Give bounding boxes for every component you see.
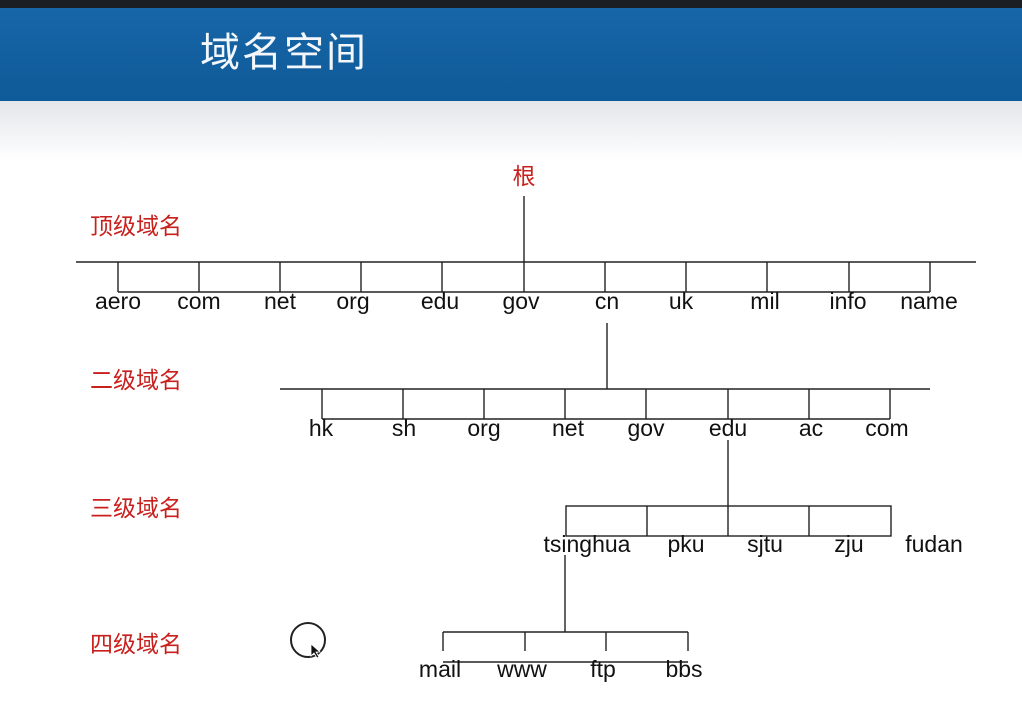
- node-net-2: net: [552, 415, 585, 441]
- level-3-label: 三级域名: [90, 496, 182, 522]
- root-label: 根: [513, 164, 536, 190]
- node-info: info: [829, 288, 866, 314]
- node-hk: hk: [309, 415, 334, 441]
- node-org-2: org: [467, 415, 500, 441]
- node-cn: cn: [595, 288, 619, 314]
- domain-tree-diagram: 根 顶级域名 二级域名 三级域名 四级域名 aero com net org e…: [76, 164, 976, 682]
- node-sjtu: sjtu: [747, 531, 783, 557]
- node-com: com: [177, 288, 220, 314]
- node-ac: ac: [799, 415, 823, 441]
- node-gov: gov: [502, 288, 540, 314]
- node-sh: sh: [392, 415, 416, 441]
- node-bbs: bbs: [665, 656, 702, 682]
- node-com-2: com: [865, 415, 908, 441]
- node-org: org: [336, 288, 369, 314]
- level-1-label: 顶级域名: [90, 214, 182, 240]
- level-4-dividers: [442, 632, 689, 651]
- level-2-label: 二级域名: [90, 368, 182, 394]
- node-edu-2: edu: [709, 415, 747, 441]
- cursor-icon: [310, 643, 322, 659]
- node-www: www: [496, 656, 547, 682]
- node-name: name: [900, 288, 958, 314]
- node-uk: uk: [669, 288, 694, 314]
- node-fudan: fudan: [905, 531, 963, 557]
- node-mil: mil: [750, 288, 779, 314]
- node-net: net: [264, 288, 297, 314]
- node-gov-2: gov: [627, 415, 665, 441]
- node-mail: mail: [419, 656, 461, 682]
- node-zju: zju: [834, 531, 863, 557]
- level-4-label: 四级域名: [90, 632, 182, 658]
- node-pku: pku: [667, 531, 704, 557]
- node-ftp: ftp: [590, 656, 616, 682]
- node-edu: edu: [421, 288, 459, 314]
- node-aero: aero: [95, 288, 141, 314]
- node-tsinghua: tsinghua: [544, 531, 631, 557]
